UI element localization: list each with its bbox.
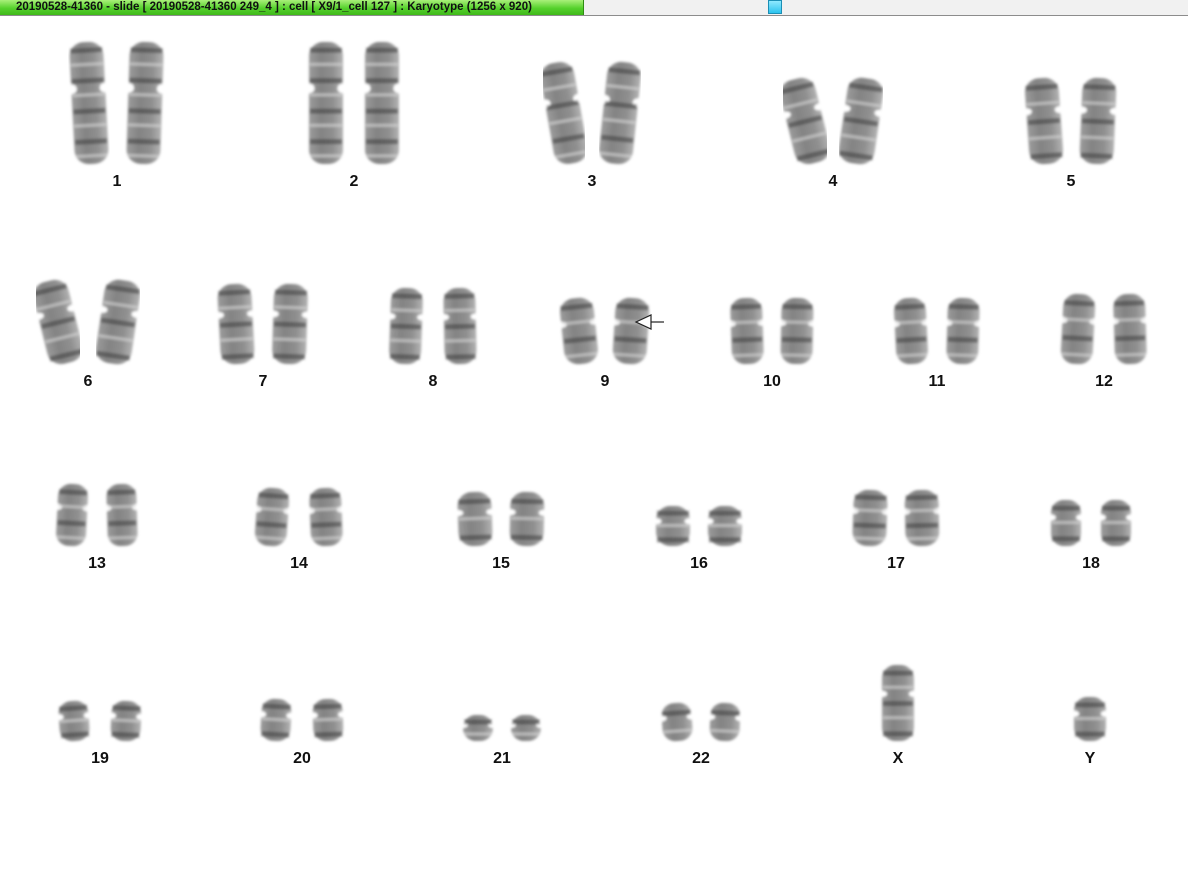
chromosome-7-2[interactable] (269, 280, 311, 368)
chromosome-4-2[interactable] (839, 74, 883, 168)
chromosome-label-16: 16 (690, 555, 708, 572)
chromosome-8-2[interactable] (440, 284, 480, 368)
chromosome-5-1[interactable] (1023, 74, 1065, 168)
chromosome-13-2[interactable] (103, 480, 141, 550)
chromosome-label-11: 11 (928, 373, 946, 390)
chromosome-22-2[interactable] (706, 699, 744, 745)
chromosome-pair-16[interactable] (652, 502, 746, 550)
chromosome-label-5: 5 (1066, 173, 1076, 190)
chromosome-3-1[interactable] (543, 58, 585, 168)
chromosome-pair-4[interactable] (783, 74, 883, 168)
chromosome-10-1[interactable] (727, 294, 767, 368)
chromosome-1-2[interactable] (124, 38, 166, 168)
chromosome-pair-6[interactable] (36, 276, 140, 368)
chromosome-label-13: 13 (88, 555, 106, 572)
chromosome-12-2[interactable] (1110, 290, 1150, 368)
chromosome-label-8: 8 (428, 373, 438, 390)
chromosome-label-17: 17 (887, 555, 905, 572)
chromosome-label-10: 10 (763, 373, 781, 390)
chromosome-14-1[interactable] (252, 484, 292, 550)
chromosome-4-1[interactable] (783, 74, 827, 168)
chromosome-17-2[interactable] (901, 486, 943, 550)
chromosome-label-4: 4 (828, 173, 838, 190)
chromosome-label-3: 3 (587, 173, 597, 190)
chromosome-3-2[interactable] (599, 58, 641, 168)
chromosome-label-6: 6 (83, 373, 93, 390)
chromosome-pair-13[interactable] (53, 480, 141, 550)
chromosome-pair-5[interactable] (1023, 74, 1119, 168)
chromosome-10-2[interactable] (777, 294, 817, 368)
chromosome-label-20: 20 (293, 750, 311, 767)
chromosome-pair-20[interactable] (257, 695, 347, 745)
chromosome-Y-1[interactable] (1070, 693, 1110, 745)
chromosome-14-2[interactable] (306, 484, 346, 550)
chromosome-label-Y: Y (1084, 750, 1096, 767)
chromosome-11-1[interactable] (891, 294, 931, 368)
chromosome-label-1: 1 (112, 173, 122, 190)
chromosome-6-2[interactable] (96, 276, 140, 368)
chromosome-pair-15[interactable] (454, 488, 548, 550)
chromosome-pair-12[interactable] (1058, 290, 1150, 368)
chromosome-8-1[interactable] (386, 284, 426, 368)
chromosome-20-2[interactable] (309, 695, 347, 745)
arrow-left-icon (634, 314, 664, 330)
chromosome-label-18: 18 (1082, 555, 1100, 572)
chromosome-15-2[interactable] (506, 488, 548, 550)
chromosome-11-2[interactable] (943, 294, 983, 368)
chromosome-21-2[interactable] (507, 711, 545, 745)
chromosome-pair-19[interactable] (55, 697, 145, 745)
chromosome-9-1[interactable] (558, 294, 600, 368)
chromosome-X-1[interactable] (878, 661, 918, 745)
chromosome-2-1[interactable] (305, 38, 347, 168)
chromosome-pair-11[interactable] (891, 294, 983, 368)
chromosome-pair-22[interactable] (658, 699, 744, 745)
chromosome-pair-10[interactable] (727, 294, 817, 368)
chromosome-19-2[interactable] (107, 697, 145, 745)
chromosome-label-2: 2 (349, 173, 359, 190)
chromosome-18-2[interactable] (1097, 496, 1135, 550)
chromosome-21-1[interactable] (459, 711, 497, 745)
chromosome-label-9: 9 (600, 373, 610, 390)
chromosome-pair-7[interactable] (215, 280, 311, 368)
chromosome-20-1[interactable] (257, 695, 295, 745)
chromosome-7-1[interactable] (215, 280, 257, 368)
chromosome-label-7: 7 (258, 373, 268, 390)
chromosome-18-1[interactable] (1047, 496, 1085, 550)
chromosome-16-2[interactable] (704, 502, 746, 550)
chromosome-pair-14[interactable] (252, 484, 346, 550)
chromosome-15-1[interactable] (454, 488, 496, 550)
chromosome-pair-1[interactable] (68, 38, 166, 168)
chromosome-pair-2[interactable] (305, 38, 403, 168)
chromosome-label-22: 22 (692, 750, 710, 767)
chromosome-pair-8[interactable] (386, 284, 480, 368)
window-title[interactable]: 20190528-41360 - slide [ 20190528-41360 … (0, 0, 584, 15)
chromosome-19-1[interactable] (55, 697, 93, 745)
chromosome-13-1[interactable] (53, 480, 91, 550)
chromosome-pair-X[interactable] (878, 661, 918, 745)
chromosome-label-19: 19 (91, 750, 109, 767)
chromosome-label-15: 15 (492, 555, 510, 572)
chromosome-pair-18[interactable] (1047, 496, 1135, 550)
scrollbar-thumb[interactable] (768, 0, 782, 14)
chromosome-pair-17[interactable] (849, 486, 943, 550)
chromosome-16-1[interactable] (652, 502, 694, 550)
chromosome-pair-3[interactable] (543, 58, 641, 168)
window-titlebar: 20190528-41360 - slide [ 20190528-41360 … (0, 0, 1188, 16)
karyotype-panel: 1 2 3 4 5 6 7 8 9 10 11 12 13 14 15 16 17 18 19 20 21 22 X Y (0, 16, 1188, 874)
chromosome-label-14: 14 (290, 555, 308, 572)
chromosome-5-2[interactable] (1077, 74, 1119, 168)
chromosome-6-1[interactable] (36, 276, 80, 368)
chromosome-22-1[interactable] (658, 699, 696, 745)
chromosome-12-1[interactable] (1058, 290, 1098, 368)
chromosome-label-21: 21 (493, 750, 511, 767)
chromosome-17-1[interactable] (849, 486, 891, 550)
chromosome-pair-Y[interactable] (1070, 693, 1110, 745)
chromosome-2-2[interactable] (361, 38, 403, 168)
chromosome-1-1[interactable] (68, 38, 110, 168)
chromosome-pair-21[interactable] (459, 711, 545, 745)
chromosome-label-12: 12 (1095, 373, 1113, 390)
chromosome-label-X: X (892, 750, 904, 767)
